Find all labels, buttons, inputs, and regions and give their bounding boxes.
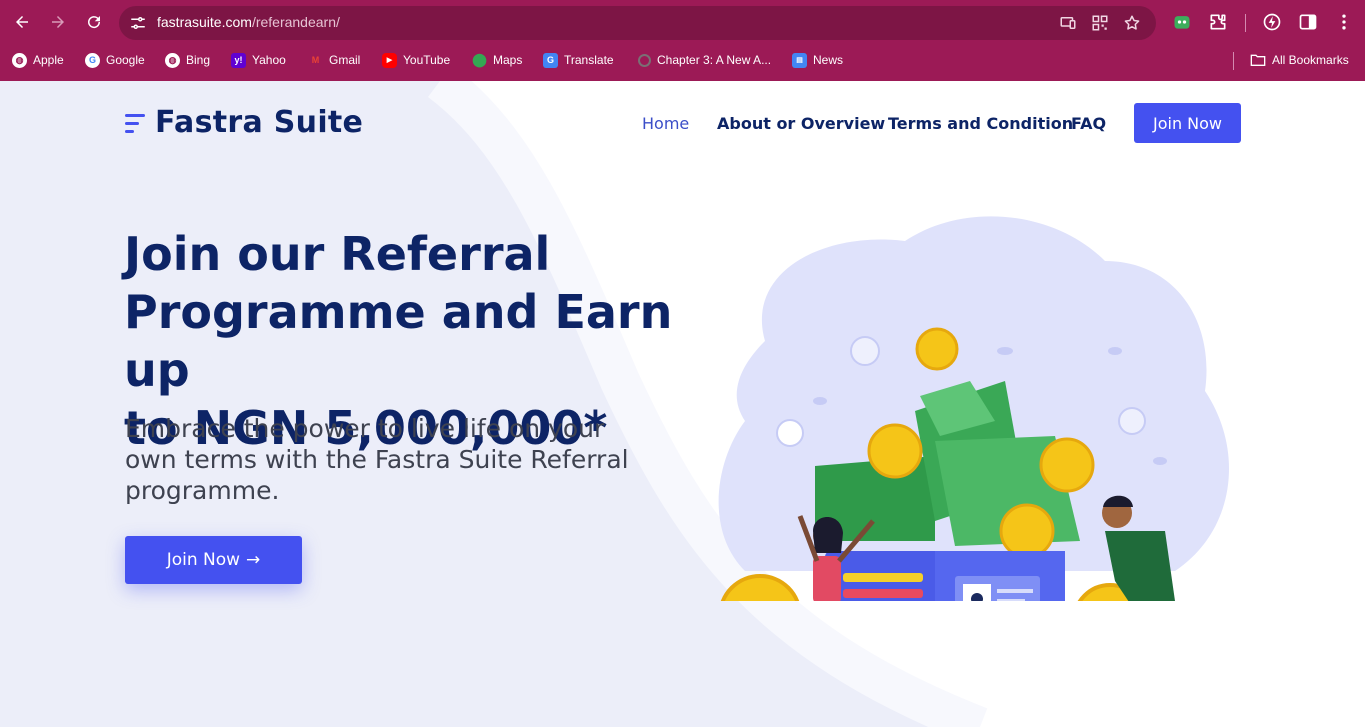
confetti-icon — [1108, 347, 1122, 355]
back-arrow-icon — [16, 16, 28, 28]
confetti-icon — [997, 347, 1013, 355]
gmail-icon: M — [311, 55, 320, 65]
globe-icon: ◍ — [165, 52, 180, 68]
toolbar-divider — [1245, 14, 1246, 32]
bookmark-star-icon[interactable] — [1123, 14, 1141, 32]
logo-text: Fastra Suite — [155, 105, 364, 140]
translate-icon: G — [543, 52, 558, 68]
reload-button[interactable] — [80, 8, 108, 36]
arrow-right-icon: → — [246, 550, 261, 570]
referral-money-illustration — [718, 216, 1229, 601]
bookmark-label: News — [813, 53, 844, 67]
bookmark-label: Bing — [186, 53, 211, 67]
hero-subtitle: Embrace the power to live life on your o… — [125, 414, 629, 505]
bookmark-google[interactable]: G Google — [85, 52, 145, 68]
nav-home[interactable]: Home — [642, 114, 689, 133]
url-path: /referandearn/ — [251, 14, 340, 30]
bookmark-label: Translate — [564, 53, 614, 67]
globe-icon: ◍ — [12, 52, 27, 68]
join-now-nav-button[interactable]: Join Now — [1134, 103, 1241, 143]
google-icon: G — [85, 52, 100, 68]
youtube-icon: ▶ — [382, 52, 397, 68]
bookmark-chapter-3[interactable]: Chapter 3: A New A... — [638, 52, 771, 68]
browser-chrome: fastrasuite.com/referandearn/ ◍ Apple G … — [0, 0, 1365, 81]
bookmark-label: Apple — [33, 53, 64, 67]
address-bar[interactable]: fastrasuite.com/referandearn/ — [119, 6, 1156, 40]
wallet-icon — [825, 551, 1065, 601]
webpage: Fastra Suite Home About or Overview Term… — [0, 81, 1365, 727]
bookmark-label: Gmail — [329, 53, 361, 67]
hero-title-line: Programme and Earn up — [124, 285, 673, 397]
browser-toolbar: fastrasuite.com/referandearn/ — [0, 0, 1365, 45]
logo-lines-icon — [125, 110, 147, 136]
bookmark-maps[interactable]: ⬤ Maps — [472, 52, 522, 68]
reload-icon — [88, 16, 101, 29]
join-now-hero-button[interactable]: Join Now → — [125, 536, 302, 584]
qr-code-icon[interactable] — [1091, 14, 1109, 32]
bookmark-yahoo[interactable]: y! Yahoo — [231, 52, 286, 68]
bookmark-news[interactable]: ▤ News — [792, 52, 843, 68]
side-panel-icon[interactable] — [1298, 12, 1318, 32]
bookmark-translate[interactable]: G Translate — [543, 52, 614, 68]
dollar-token-icon — [1118, 407, 1146, 435]
nav-about[interactable]: About or Overview — [717, 114, 885, 133]
nav-terms[interactable]: Terms and Condition — [888, 114, 1073, 133]
site-logo[interactable]: Fastra Suite — [125, 105, 363, 140]
bookmark-label: YouTube — [403, 53, 451, 67]
maps-icon: ⬤ — [472, 52, 487, 67]
news-icon: ▤ — [792, 52, 807, 68]
confetti-icon — [1153, 457, 1167, 465]
dollar-token-icon — [776, 419, 804, 447]
extensions-puzzle-icon[interactable] — [1208, 12, 1228, 32]
hero-title-line: Join our Referral — [124, 227, 551, 281]
loading-icon — [638, 53, 651, 67]
bookmark-apple[interactable]: ◍ Apple — [12, 52, 64, 68]
bookmarks-divider — [1233, 52, 1234, 70]
bookmark-youtube[interactable]: ▶ YouTube — [382, 52, 450, 68]
bookmark-label: Yahoo — [252, 53, 286, 67]
forward-button[interactable] — [44, 8, 72, 36]
extension-green-icon[interactable] — [1172, 12, 1192, 32]
performance-icon[interactable] — [1262, 12, 1282, 32]
bookmark-label: Maps — [493, 53, 523, 67]
dollar-token-icon — [850, 336, 880, 366]
bookmark-label: Google — [106, 53, 145, 67]
yahoo-icon: y! — [231, 52, 246, 68]
forward-arrow-icon — [52, 16, 64, 28]
coin-icon — [915, 327, 959, 371]
menu-kebab-icon[interactable] — [1334, 12, 1354, 32]
folder-icon — [1250, 54, 1266, 66]
url-domain: fastrasuite.com — [157, 14, 252, 30]
all-bookmarks-button[interactable]: All Bookmarks — [1250, 52, 1349, 68]
confetti-icon — [813, 397, 827, 405]
all-bookmarks-label: All Bookmarks — [1272, 53, 1349, 67]
nav-faq[interactable]: FAQ — [1071, 114, 1106, 133]
bookmark-label: Chapter 3: A New A... — [657, 53, 772, 67]
site-settings-icon[interactable] — [129, 14, 147, 32]
bookmark-gmail[interactable]: M Gmail — [308, 52, 361, 68]
join-now-label: Join Now — [166, 550, 241, 570]
back-button[interactable] — [8, 8, 36, 36]
bookmarks-bar: ◍ Apple G Google ◍ Bing y! Yahoo M Gmail… — [0, 45, 1365, 75]
url-text[interactable]: fastrasuite.com/referandearn/ — [157, 14, 340, 30]
bookmark-bing[interactable]: ◍ Bing — [165, 52, 210, 68]
cast-icon[interactable] — [1059, 14, 1077, 32]
